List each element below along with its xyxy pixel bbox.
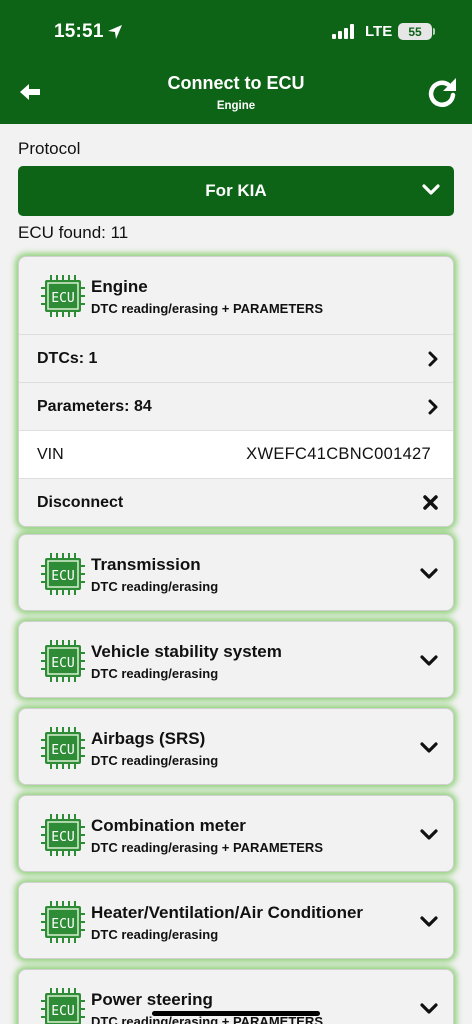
close-icon <box>423 495 438 510</box>
chevron-down-icon <box>422 184 440 195</box>
chevron-down-icon[interactable] <box>420 915 438 929</box>
ecu-chip-icon: ECU <box>41 640 85 682</box>
refresh-icon[interactable] <box>426 76 460 110</box>
ecu-icon-text: ECU <box>51 1004 74 1019</box>
ecu-card-header[interactable]: ECU Airbags (SRS) DTC reading/erasing <box>19 709 453 784</box>
parameters-row[interactable]: Parameters: 84 <box>19 382 453 430</box>
ecu-card-header[interactable]: ECU Heater/Ventilation/Air Conditioner DTC… <box>19 883 453 958</box>
ecu-card-engine: ECU Engine DTC reading/erasing + PARAMET… <box>18 256 454 527</box>
ecu-card-header[interactable]: ECU Transmission DTC reading/erasing <box>19 535 453 610</box>
ecu-card[interactable]: ECU Airbags (SRS) DTC reading/erasing <box>18 708 454 785</box>
ecu-name: Transmission <box>91 555 201 574</box>
ecu-name: Airbags (SRS) <box>91 729 206 748</box>
disconnect-label: Disconnect <box>37 493 124 511</box>
ecu-card[interactable]: ECU Heater/Ventilation/Air Conditioner DTC… <box>18 882 454 959</box>
chevron-down-icon[interactable] <box>420 828 438 842</box>
chevron-down-icon[interactable] <box>420 654 438 668</box>
page-title: Connect to ECU <box>167 73 305 93</box>
vin-label: VIN <box>37 445 64 463</box>
battery-cap <box>433 28 435 35</box>
chevron-right-icon <box>428 351 438 367</box>
ecu-card[interactable]: ECU Vehicle stability system DTC reading/e… <box>18 621 454 698</box>
location-arrow-icon <box>108 25 122 39</box>
protocol-selected-value: For KIA <box>205 181 267 200</box>
dtcs-row[interactable]: DTCs: 1 <box>19 334 453 382</box>
ecu-name: Heater/Ventilation/Air Conditioner <box>91 903 364 922</box>
cellular-signal-icon <box>332 24 354 39</box>
ecu-description: DTC reading/erasing <box>91 666 219 681</box>
home-indicator <box>152 1011 320 1016</box>
ecu-name: Power steering <box>91 990 213 1009</box>
ecu-description: DTC reading/erasing + PARAMETERS <box>91 301 323 316</box>
chevron-down-icon[interactable] <box>420 1002 438 1016</box>
ecu-icon-text: ECU <box>51 743 74 758</box>
ecu-description: DTC reading/erasing + PARAMETERS <box>91 840 323 855</box>
ecu-card-header[interactable]: ECU Combination meter DTC reading/erasing … <box>19 796 453 871</box>
clock: 15:51 <box>54 21 104 42</box>
ecu-chip-icon: ECU <box>41 553 85 595</box>
ecu-card-header[interactable]: ECU Engine DTC reading/erasing + PARAMET… <box>19 257 453 334</box>
status-bar: 15:51 LTE 55 <box>0 0 472 62</box>
ecu-icon-text: ECU <box>51 917 74 932</box>
ecu-chip-icon: ECU <box>41 901 85 943</box>
vin-row: VIN XWEFC41CBNC001427 <box>19 430 453 478</box>
ecu-name: Vehicle stability system <box>91 642 282 661</box>
protocol-dropdown[interactable]: For KIA <box>18 166 454 216</box>
app-header: Connect to ECU Engine <box>0 62 472 124</box>
vin-value: XWEFC41CBNC001427 <box>246 445 431 463</box>
ecu-found-count: ECU found: 11 <box>18 223 129 242</box>
ecu-chip-icon: ECU <box>41 275 85 317</box>
disconnect-row[interactable]: Disconnect <box>19 478 453 526</box>
ecu-icon-text: ECU <box>51 830 74 845</box>
page-subtitle: Engine <box>216 100 256 112</box>
battery-icon: 55 <box>398 23 432 40</box>
ecu-icon-text: ECU <box>51 569 74 584</box>
ecu-chip-icon: ECU <box>41 814 85 856</box>
ecu-chip-icon: ECU <box>41 988 85 1024</box>
ecu-chip-icon: ECU <box>41 727 85 769</box>
ecu-card-header[interactable]: ECU Vehicle stability system DTC reading/e… <box>19 622 453 697</box>
network-type: LTE <box>365 23 393 40</box>
protocol-label: Protocol <box>18 139 81 158</box>
ecu-description: DTC reading/erasing <box>91 579 219 594</box>
chevron-right-icon <box>428 399 438 415</box>
ecu-name: Combination meter <box>91 816 246 835</box>
parameters-label: Parameters: 84 <box>37 397 152 415</box>
ecu-icon-text: ECU <box>51 291 74 306</box>
ecu-card[interactable]: ECU Combination meter DTC reading/erasing … <box>18 795 454 872</box>
chevron-down-icon[interactable] <box>420 741 438 755</box>
ecu-description: DTC reading/erasing <box>91 927 219 942</box>
chevron-down-icon[interactable] <box>420 567 438 581</box>
ecu-card[interactable]: ECU Transmission DTC reading/erasing <box>18 534 454 611</box>
ecu-description: DTC reading/erasing <box>91 753 219 768</box>
ecu-icon-text: ECU <box>51 656 74 671</box>
ecu-name: Engine <box>91 277 148 296</box>
dtcs-label: DTCs: 1 <box>37 349 98 367</box>
battery-level: 55 <box>408 24 422 39</box>
